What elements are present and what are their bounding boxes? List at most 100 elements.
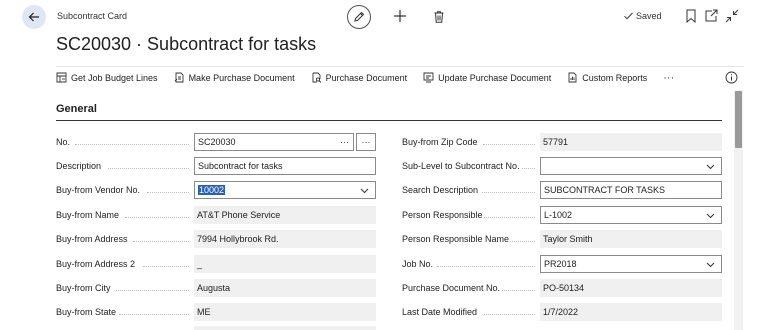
back-button[interactable] — [22, 5, 46, 29]
leader-dots — [482, 181, 535, 199]
trash-icon — [434, 11, 444, 23]
field-label-person-responsible-name: Person Responsible Name — [402, 234, 510, 244]
buy-from-state-value: ME — [197, 307, 211, 317]
collapse-arrows-icon — [725, 9, 739, 23]
document-search-icon — [312, 72, 321, 83]
info-icon — [725, 71, 738, 84]
buy-from-name-value: AT&T Phone Service — [197, 210, 281, 220]
make-document-icon — [174, 72, 184, 83]
search-description-value: SUBCONTRACT FOR TASKS — [544, 185, 666, 195]
purchase-document-no-field: PO-50134 — [540, 279, 722, 297]
buy-from-address-value: 7994 Hollybrook Rd. — [197, 234, 279, 244]
buy-from-vendor-no-select[interactable]: 10002 — [194, 181, 376, 199]
person-responsible-name-value: Taylor Smith — [543, 234, 593, 244]
scrollbar-thumb[interactable] — [735, 91, 742, 148]
buy-from-city-field: Augusta — [194, 279, 376, 297]
new-button[interactable] — [390, 6, 410, 26]
leader-dots — [75, 133, 189, 151]
assist-edit-button[interactable]: ··· — [356, 133, 376, 151]
description-value: Subcontract for tasks — [198, 161, 283, 171]
leader-dots — [502, 279, 535, 297]
update-purchase-document-label: Update Purchase Document — [438, 72, 552, 83]
leader-dots — [510, 230, 535, 248]
section-title: General — [56, 103, 97, 115]
leader-dots — [108, 157, 189, 175]
search-description-input[interactable]: SUBCONTRACT FOR TASKS — [540, 181, 722, 199]
make-purchase-document-label: Make Purchase Document — [188, 72, 295, 83]
buy-from-city-value: Augusta — [197, 283, 231, 293]
buy-from-vendor-no-value: 10002 — [198, 185, 226, 195]
description-input[interactable]: Subcontract for tasks — [194, 157, 376, 175]
purchase-document-no-value: PO-50134 — [543, 283, 585, 293]
no-value: SC20030 — [198, 137, 236, 147]
get-job-budget-lines-action[interactable]: Get Job Budget Lines — [56, 72, 158, 83]
update-document-icon — [423, 72, 434, 83]
save-status-label: Saved — [636, 11, 662, 21]
update-purchase-document-action[interactable]: Update Purchase Document — [423, 72, 551, 83]
buy-from-zip-code-value: 57791 — [543, 137, 569, 147]
person-responsible-select[interactable]: L-1002 — [540, 206, 722, 224]
field-label-description: Description — [56, 161, 102, 171]
custom-reports-action[interactable]: Custom Reports — [567, 72, 647, 83]
assist-edit-dots-icon: ··· — [361, 137, 371, 147]
custom-reports-label: Custom Reports — [582, 72, 648, 83]
leader-dots — [143, 255, 189, 273]
action-bar: Get Job Budget Lines Make Purchase Docum… — [56, 67, 674, 88]
pencil-icon — [354, 11, 365, 22]
page-title: SC20030 · Subcontract for tasks — [56, 34, 317, 54]
open-new-window-button[interactable] — [704, 9, 718, 23]
arrow-left-icon — [28, 12, 39, 22]
leader-dots — [125, 206, 189, 224]
leader-dots — [119, 303, 189, 321]
leader-dots — [484, 303, 535, 321]
field-label-buy-from-vendor-no: Buy-from Vendor No. — [56, 185, 141, 195]
lookup-dots-icon[interactable]: ··· — [340, 137, 349, 147]
budget-lines-icon — [56, 72, 67, 83]
buy-from-state-field: ME — [194, 303, 376, 321]
no-input[interactable]: SC20030 ··· — [194, 133, 354, 151]
last-date-modified-value: 1/7/2022 — [543, 307, 579, 317]
edit-button[interactable] — [347, 5, 371, 29]
job-no-value: PR2018 — [544, 259, 577, 269]
make-purchase-document-action[interactable]: Make Purchase Document — [174, 72, 295, 83]
card-type-label: Subcontract Card — [57, 11, 128, 21]
collapse-button[interactable] — [725, 9, 739, 23]
field-label-search-description: Search Description — [402, 185, 479, 195]
field-label-no: No. — [56, 137, 71, 147]
last-date-modified-field: 1/7/2022 — [540, 303, 722, 321]
buy-from-zip-code-field: 57791 — [540, 133, 722, 151]
field-label-buy-from-address-2: Buy-from Address 2 — [56, 259, 136, 269]
chevron-down-icon — [706, 213, 715, 218]
person-responsible-value: L-1002 — [544, 210, 573, 220]
leader-dots — [133, 230, 189, 248]
field-label-buy-from-city: Buy-from City — [56, 283, 111, 293]
info-button[interactable] — [725, 71, 738, 84]
field-label-sub-level-to-subcontract-no: Sub-Level to Subcontract No. — [402, 161, 520, 171]
field-label-buy-from-state: Buy-from State — [56, 307, 117, 317]
section-divider — [56, 120, 722, 121]
leader-dots — [522, 157, 535, 175]
job-no-select[interactable]: PR2018 — [540, 255, 722, 273]
plus-icon — [394, 10, 406, 22]
buy-from-address-field: 7994 Hollybrook Rd. — [194, 230, 376, 248]
field-label-buy-from-name: Buy-from Name — [56, 210, 120, 220]
leader-dots — [483, 133, 535, 151]
field-label-buy-from-zip-code: Buy-from Zip Code — [402, 137, 478, 147]
more-actions-button[interactable]: ··· — [663, 72, 674, 84]
buy-from-name-field: AT&T Phone Service — [194, 206, 376, 224]
person-responsible-name-field: Taylor Smith — [540, 230, 722, 248]
chevron-down-icon — [360, 188, 369, 193]
sub-level-to-subcontract-no-select[interactable] — [540, 157, 722, 175]
chevron-down-icon — [706, 262, 715, 267]
bookmark-button[interactable] — [685, 9, 697, 24]
leader-dots — [147, 181, 189, 199]
field-label-last-date-modified: Last Date Modified — [402, 307, 478, 317]
purchase-document-label: Purchase Document — [325, 72, 408, 83]
buy-from-address-2-field: _ — [194, 255, 376, 273]
save-status: Saved — [624, 11, 662, 21]
chevron-down-icon — [706, 164, 715, 169]
leader-dots — [437, 255, 535, 273]
delete-button[interactable] — [430, 7, 448, 27]
leader-dots — [484, 206, 535, 224]
purchase-document-action[interactable]: Purchase Document — [311, 72, 408, 83]
